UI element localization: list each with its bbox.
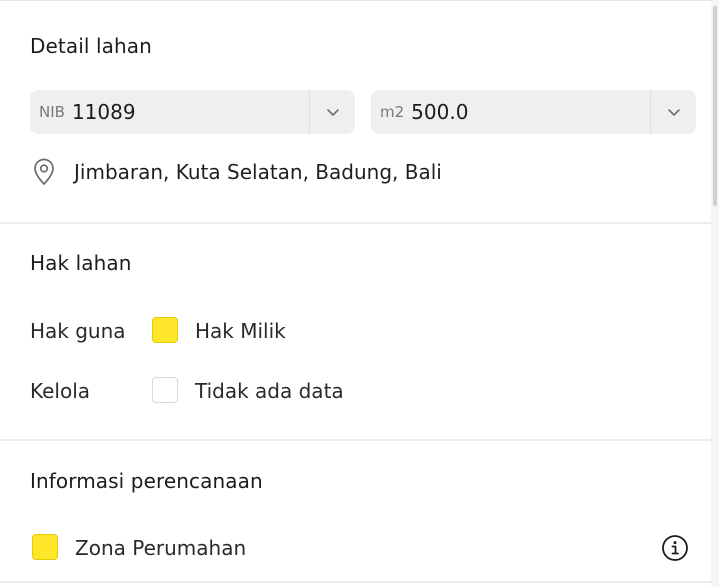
detail-section-title: Detail lahan [30, 34, 152, 58]
location-row: Jimbaran, Kuta Selatan, Badung, Bali [30, 157, 442, 187]
kelola-color-swatch [152, 377, 178, 403]
area-prefix: m2 [380, 103, 405, 121]
kelola-label: Kelola [30, 379, 91, 403]
area-select[interactable]: m2 500.0 [371, 90, 696, 134]
section-divider [0, 581, 711, 583]
section-divider [0, 222, 711, 224]
land-detail-panel: Detail lahan NIB 11089 m2 500.0 Jimbaran… [0, 0, 711, 587]
zone-color-swatch [32, 534, 58, 560]
hak-section-title: Hak lahan [30, 251, 132, 275]
hak-guna-label: Hak guna [30, 319, 126, 343]
area-value: 500.0 [411, 100, 469, 124]
area-dropdown-button[interactable] [650, 90, 696, 134]
scrollbar-thumb[interactable] [713, 6, 717, 206]
perencanaan-section-title: Informasi perencanaan [30, 469, 263, 493]
kelola-value: Tidak ada data [195, 379, 344, 403]
map-pin-icon [34, 158, 54, 185]
info-circle-icon [662, 535, 688, 561]
chevron-down-icon [326, 109, 339, 116]
section-divider [0, 439, 711, 441]
nib-select[interactable]: NIB 11089 [30, 90, 355, 134]
chevron-down-icon [667, 109, 680, 116]
hak-guna-color-swatch [152, 317, 178, 343]
nib-value: 11089 [71, 100, 136, 124]
zone-info-button[interactable] [661, 534, 689, 562]
zone-label: Zona Perumahan [75, 536, 247, 560]
location-text: Jimbaran, Kuta Selatan, Badung, Bali [74, 160, 442, 184]
scrollbar[interactable] [711, 0, 719, 587]
hak-guna-value: Hak Milik [195, 319, 286, 343]
nib-dropdown-button[interactable] [309, 90, 355, 134]
nib-prefix: NIB [39, 103, 65, 121]
